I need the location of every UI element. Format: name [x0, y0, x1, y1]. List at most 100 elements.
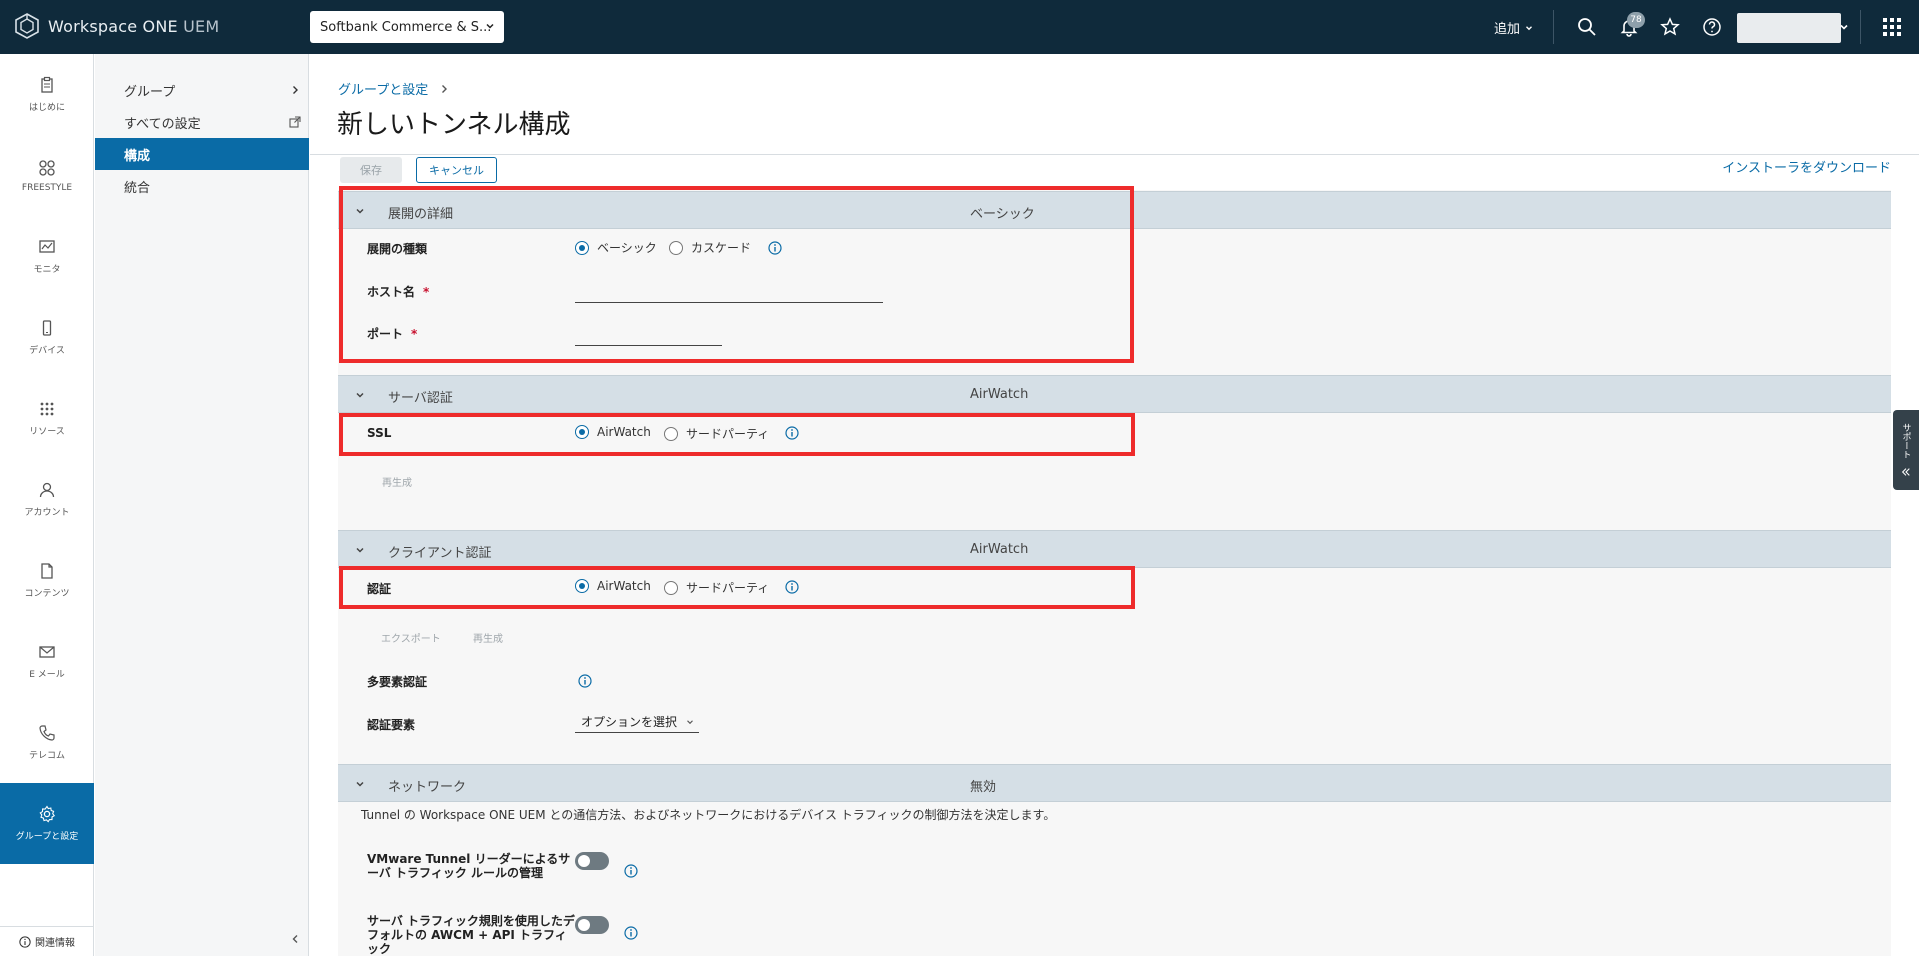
header-divider: [1553, 10, 1554, 44]
nav-item-email[interactable]: E メール: [0, 621, 94, 702]
section-header-client-auth[interactable]: クライアント認証 AirWatch: [338, 530, 1891, 568]
help-icon: [1703, 18, 1721, 36]
help-button[interactable]: [1700, 15, 1724, 39]
info-circle-icon: [19, 935, 31, 948]
star-icon: [1660, 17, 1680, 36]
nav-label: はじめに: [28, 103, 65, 113]
freestyle-icon: [39, 159, 55, 176]
content-icon: [41, 563, 53, 579]
add-menu-label: 追加: [1494, 22, 1521, 37]
email-icon: [39, 646, 55, 658]
default-awcm-api-traffic-toggle[interactable]: [575, 916, 609, 934]
nav-label: アカウント: [24, 508, 70, 518]
nav-label: グループと設定: [15, 832, 79, 842]
nav-label: リソース: [29, 427, 65, 437]
nav-item-telecom[interactable]: テレコム: [0, 702, 94, 783]
info-icon[interactable]: [624, 864, 638, 878]
gear-icon: [39, 805, 56, 823]
device-icon: [42, 320, 52, 336]
chevron-down-icon: [1526, 25, 1532, 30]
section-summary: AirWatch: [970, 542, 1029, 557]
nav-label: テレコム: [28, 751, 65, 761]
subnav-label: すべての設定: [124, 116, 201, 132]
auth-factor-select-value: オプションを選択: [581, 715, 678, 729]
chevron-down-icon: [356, 781, 364, 787]
subnav-item-all-settings[interactable]: すべての設定: [95, 106, 309, 138]
highlight-box-ssl: [339, 413, 1135, 456]
app-name: Workspace ONE UEM: [48, 16, 220, 36]
section-summary: 無効: [970, 780, 997, 795]
nav-item-content[interactable]: コンテンツ: [0, 540, 94, 621]
chevron-down-icon: [356, 547, 364, 553]
download-installer-link[interactable]: インストーラをダウンロード: [1722, 157, 1891, 176]
support-side-tab[interactable]: サポート: [1893, 410, 1919, 490]
auth-factor-label: 認証要素: [367, 718, 416, 732]
nav-item-accounts[interactable]: アカウント: [0, 459, 94, 540]
phone-icon: [39, 725, 55, 741]
highlight-box-auth: [339, 566, 1135, 609]
tunnel-traffic-rules-toggle[interactable]: [575, 852, 609, 870]
subnav-label: 統合: [124, 180, 151, 196]
nav-label: コンテンツ: [24, 589, 70, 599]
default-awcm-api-traffic-label: サーバ トラフィック規則を使用したデフォルトの AWCM + API トラフィッ…: [367, 914, 575, 956]
subnav-label: 構成: [124, 148, 151, 164]
nav-label: E メール: [29, 670, 65, 680]
add-menu-button[interactable]: 追加: [1494, 18, 1534, 37]
top-header: Workspace ONE UEM Softbank Commerce & S.…: [0, 0, 1919, 54]
clipboard-icon: [41, 76, 53, 93]
auth-factor-select[interactable]: オプションを選択: [575, 711, 699, 733]
nav-item-monitor[interactable]: モニタ: [0, 216, 94, 297]
related-info-label: 関連情報: [35, 938, 75, 949]
org-group-selector[interactable]: Softbank Commerce & S...: [310, 11, 504, 43]
collapse-sidebar-icon[interactable]: [289, 933, 301, 945]
regenerate-server-cert-button[interactable]: 再生成: [382, 474, 412, 489]
cancel-button[interactable]: キャンセル: [416, 157, 497, 183]
favorites-button[interactable]: [1658, 15, 1682, 39]
section-title: ネットワーク: [388, 780, 467, 795]
chevron-right-icon: [442, 84, 448, 93]
page-title: 新しいトンネル構成: [337, 110, 571, 140]
nav-item-freestyle[interactable]: FREESTYLE: [0, 135, 94, 216]
chevron-right-icon: [293, 86, 298, 94]
app-logo[interactable]: Workspace ONE UEM: [14, 13, 219, 39]
nav-item-resources[interactable]: リソース: [0, 378, 94, 459]
nav-item-getting-started[interactable]: はじめに: [0, 54, 94, 135]
notification-count-badge: 78: [1627, 12, 1645, 28]
info-icon[interactable]: [624, 926, 638, 940]
double-chevron-left-icon: [1901, 468, 1910, 476]
chevron-down-icon: [486, 23, 494, 29]
export-client-cert-button[interactable]: エクスポート: [381, 630, 441, 645]
related-info-link[interactable]: 関連情報: [0, 926, 94, 956]
subnav-item-integrations[interactable]: 統合: [95, 170, 309, 202]
external-link-icon: [289, 116, 301, 128]
secondary-nav: グループ すべての設定 構成 統合: [95, 54, 309, 956]
primary-nav: はじめに FREESTYLE モニタ デバイス リソース アカウント コンテンツ…: [0, 54, 94, 956]
org-group-label: Softbank Commerce & S...: [320, 19, 492, 35]
nav-label: FREESTYLE: [21, 182, 73, 193]
save-button[interactable]: 保存: [340, 157, 402, 183]
breadcrumb: グループと設定: [338, 79, 450, 98]
chevron-down-icon: [356, 392, 364, 398]
section-title: クライアント認証: [388, 546, 492, 561]
subnav-item-groups[interactable]: グループ: [95, 74, 309, 106]
nav-label: モニタ: [33, 265, 61, 275]
regenerate-client-cert-button[interactable]: 再生成: [473, 630, 503, 645]
subnav-item-configurations[interactable]: 構成: [95, 138, 309, 170]
info-icon[interactable]: [578, 674, 592, 688]
chevron-down-icon: [1840, 24, 1848, 30]
account-icon: [39, 482, 55, 498]
highlight-box-deployment: [339, 186, 1134, 363]
user-account-menu[interactable]: [1737, 13, 1841, 43]
section-title: サーバ認証: [388, 391, 453, 406]
nav-item-groups-settings[interactable]: グループと設定: [0, 783, 94, 864]
apps-grid-icon[interactable]: [1882, 17, 1902, 37]
section-summary: AirWatch: [970, 387, 1029, 402]
title-divider: [310, 154, 1919, 155]
nav-item-devices[interactable]: デバイス: [0, 297, 94, 378]
chevron-down-icon: [687, 719, 693, 724]
search-button[interactable]: [1575, 15, 1599, 39]
section-header-network[interactable]: ネットワーク 無効: [338, 764, 1891, 802]
breadcrumb-link[interactable]: グループと設定: [338, 79, 428, 98]
support-tab-label: サポート: [1900, 423, 1911, 459]
section-header-server-auth[interactable]: サーバ認証 AirWatch: [338, 375, 1891, 413]
